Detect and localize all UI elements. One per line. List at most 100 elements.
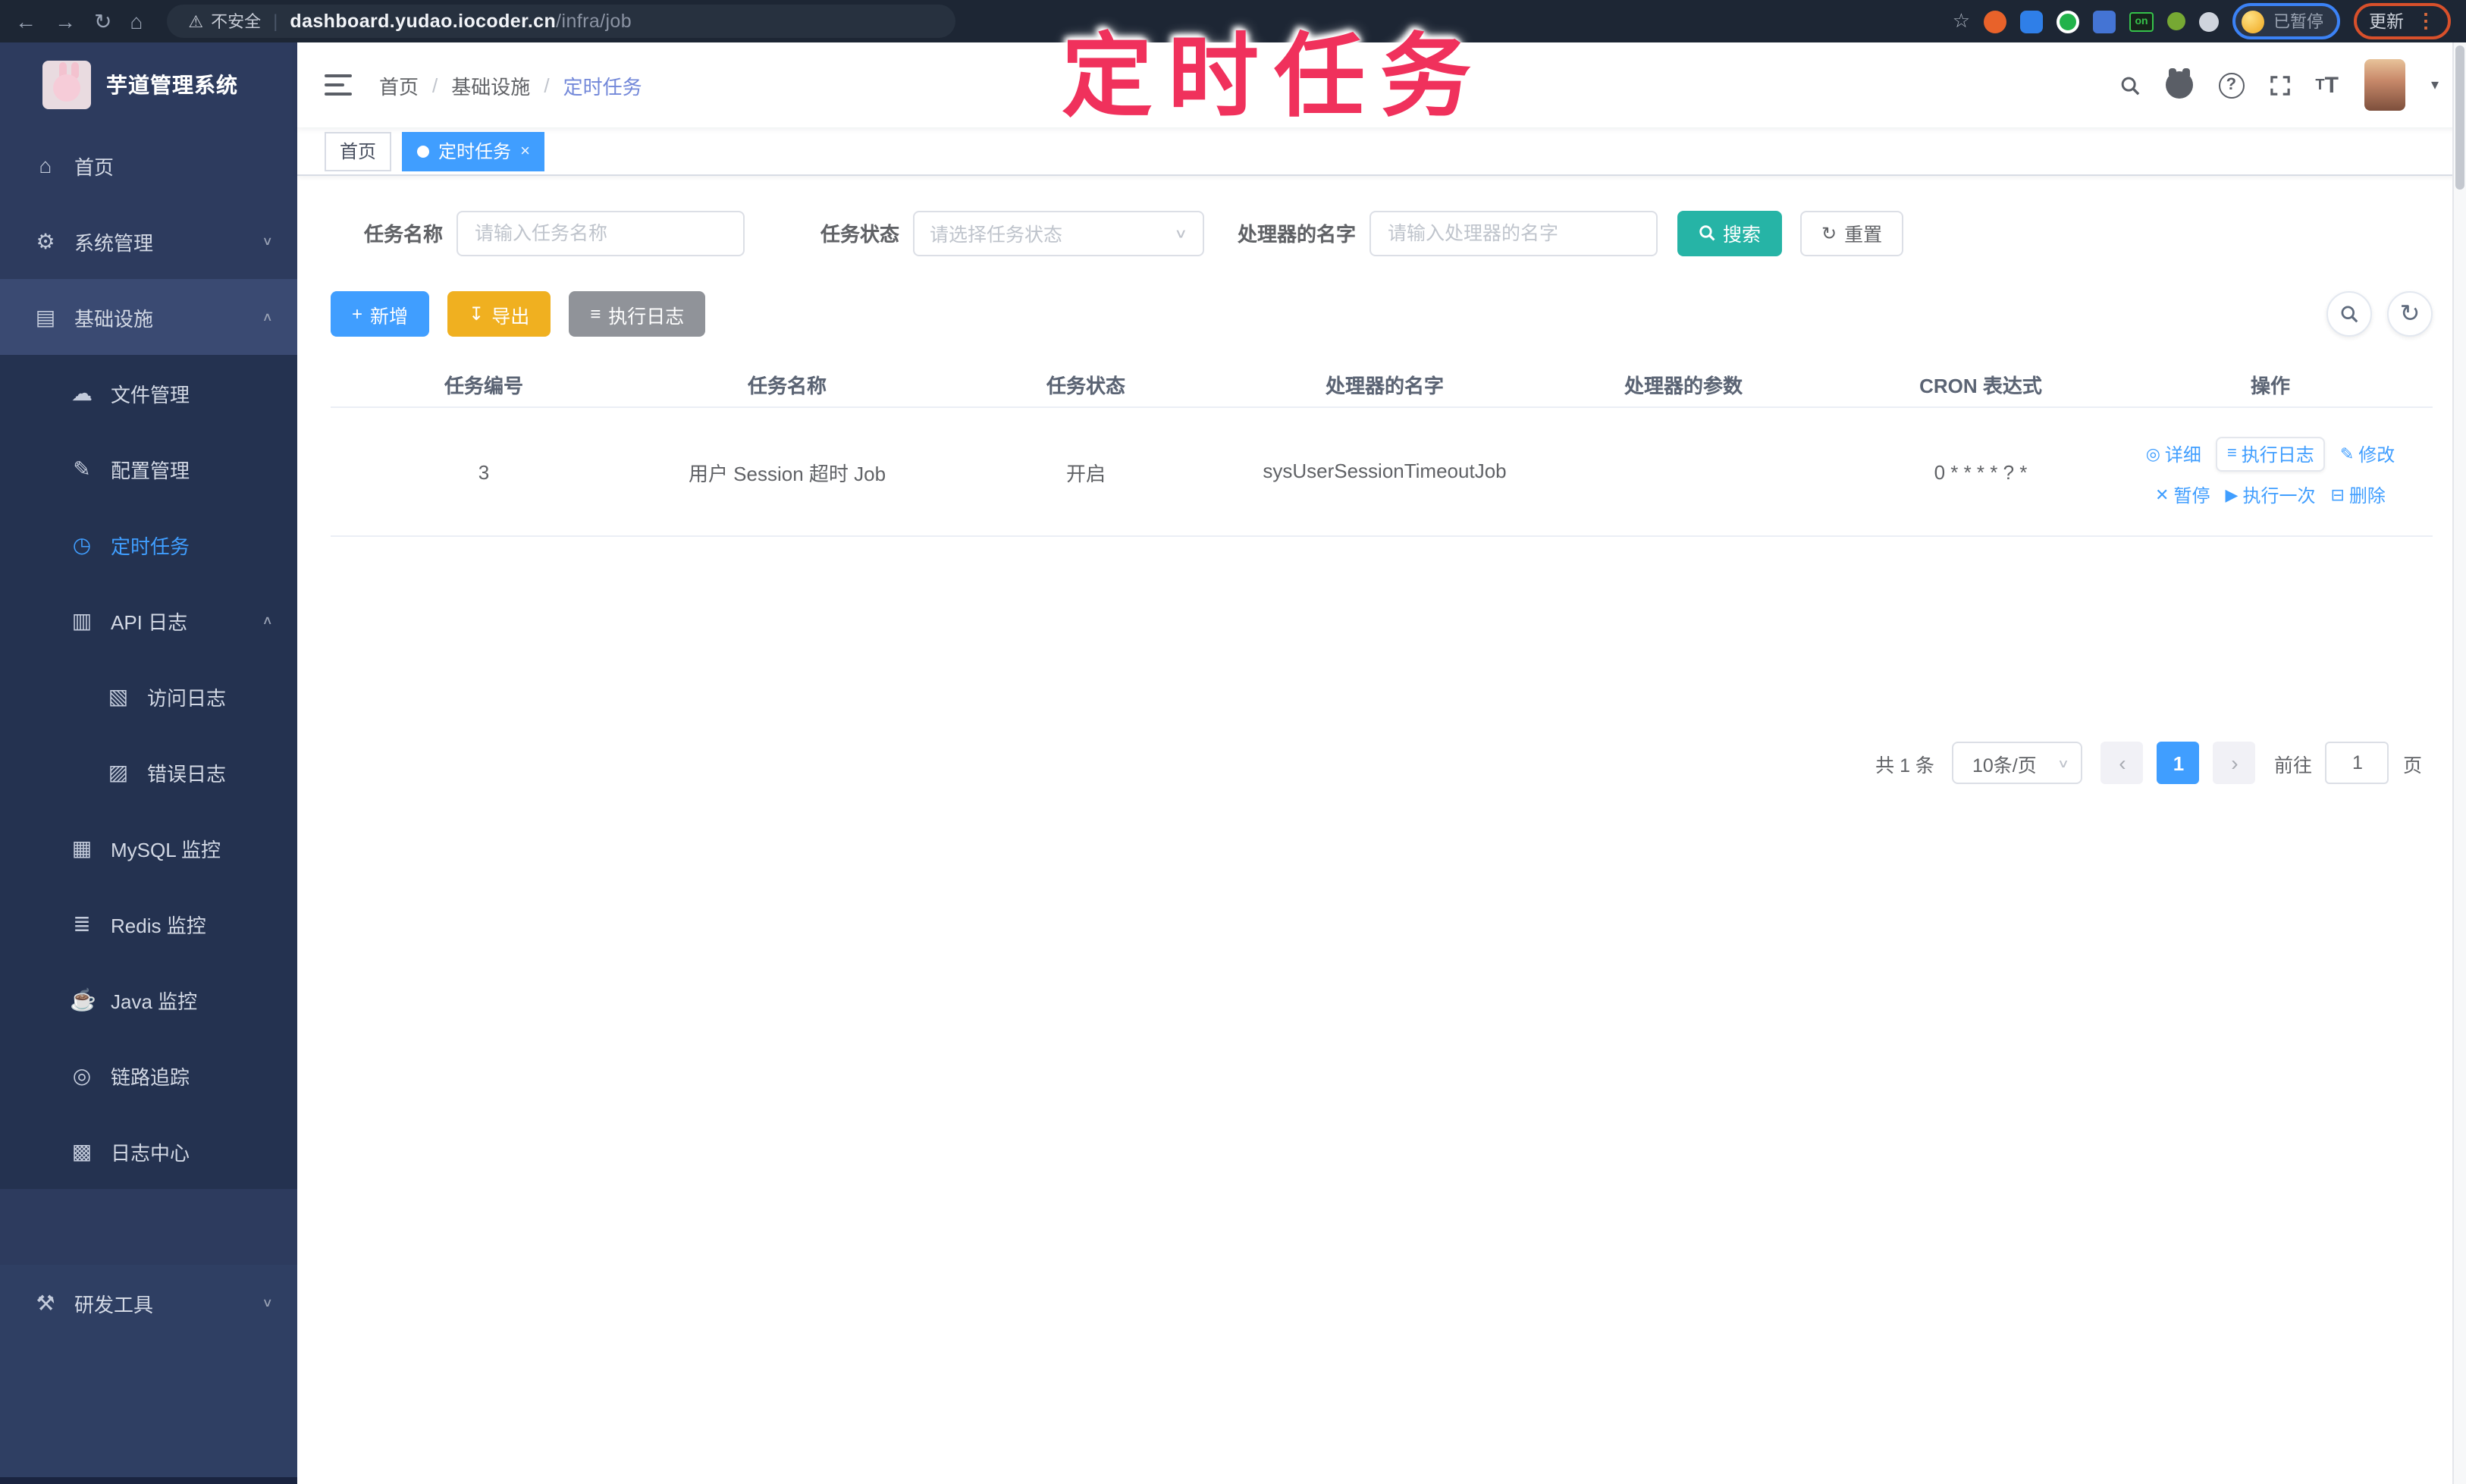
timer-icon: ◷ bbox=[72, 532, 92, 556]
address-bar[interactable]: ⚠ 不安全 | dashboard.yudao.iocoder.cn/infra… bbox=[167, 5, 956, 38]
goto-group: 前往 页 bbox=[2274, 742, 2422, 784]
bookmark-star-icon[interactable]: ☆ bbox=[1953, 9, 1970, 33]
exec-log-button[interactable]: ≡ 执行日志 bbox=[569, 291, 706, 337]
table-toolbar: + 新增 ↧ 导出 ≡ 执行日志 ↻ bbox=[297, 258, 2466, 337]
sidebar-item-mysql-monitor[interactable]: ▦ MySQL 监控 bbox=[0, 810, 297, 886]
extension-icon-blue[interactable] bbox=[2020, 10, 2043, 33]
list-icon: ≡ bbox=[590, 303, 601, 325]
sidebar-item-label: 系统管理 bbox=[74, 231, 154, 254]
handler-name-input[interactable] bbox=[1369, 210, 1658, 256]
warning-icon: ⚠ bbox=[188, 13, 204, 31]
cell-job-id: 3 bbox=[478, 460, 490, 483]
sidebar-item-log-center[interactable]: ▩ 日志中心 bbox=[0, 1113, 297, 1189]
current-page-button[interactable]: 1 bbox=[2157, 742, 2200, 784]
font-size-icon[interactable]: TT bbox=[2315, 72, 2339, 98]
search-button[interactable]: 搜索 bbox=[1677, 210, 1783, 256]
screen: ← → ↻ ⌂ ⚠ 不安全 | dashboard.yudao.iocoder.… bbox=[0, 0, 2466, 1484]
browser-profile-chip[interactable]: 已暂停 bbox=[2232, 3, 2340, 39]
page-url[interactable]: dashboard.yudao.iocoder.cn/infra/job bbox=[290, 11, 632, 32]
sidebar-item-file-manage[interactable]: ☁ 文件管理 bbox=[0, 355, 297, 431]
sidebar-item-config-manage[interactable]: ✎ 配置管理 bbox=[0, 431, 297, 507]
sidebar-item-label: 研发工具 bbox=[74, 1293, 154, 1316]
sidebar-item-error-log[interactable]: ▨ 错误日志 bbox=[0, 734, 297, 810]
breadcrumb: 首页 / 基础设施 / 定时任务 bbox=[379, 71, 642, 99]
next-page-button[interactable]: › bbox=[2213, 742, 2256, 784]
scrollbar-thumb[interactable] bbox=[2455, 45, 2464, 190]
reset-button[interactable]: ↻ 重置 bbox=[1800, 210, 1904, 256]
goto-label: 前往 bbox=[2273, 755, 2312, 776]
refresh-table-icon-button[interactable]: ↻ bbox=[2387, 291, 2433, 337]
cell-cron: 0 * * * * ? * bbox=[1934, 460, 2028, 483]
pause-link[interactable]: ✕ 暂停 bbox=[2155, 482, 2210, 507]
extension-icon-orange[interactable] bbox=[1984, 10, 2006, 33]
chevron-down-icon: ∨ bbox=[262, 234, 273, 248]
page-size-select[interactable]: 10条/页 ∨ bbox=[1952, 742, 2083, 784]
toolbar-right-icons: ↻ bbox=[2326, 291, 2433, 337]
extension-icon-grid[interactable] bbox=[2093, 10, 2116, 33]
toggle-search-icon-button[interactable] bbox=[2326, 291, 2372, 337]
sidebar-item-label: 首页 bbox=[74, 155, 115, 178]
sidebar-item-api-log[interactable]: ▥ API 日志 ∧ bbox=[0, 582, 297, 658]
sidebar-item-redis-monitor[interactable]: ≣ Redis 监控 bbox=[0, 886, 297, 962]
job-status-select[interactable]: 请选择任务状态 ∨ bbox=[913, 210, 1204, 256]
breadcrumb-home[interactable]: 首页 bbox=[379, 71, 419, 99]
browser-update-group: 更新 ⋮ bbox=[2354, 3, 2451, 39]
col-handler-param: 处理器的参数 bbox=[1624, 374, 1743, 397]
search-icon[interactable] bbox=[2119, 75, 2139, 95]
log-center-icon: ▩ bbox=[71, 1138, 93, 1162]
user-avatar[interactable] bbox=[2364, 59, 2405, 111]
cloud-upload-icon: ☁ bbox=[71, 380, 93, 404]
github-icon[interactable] bbox=[2165, 68, 2193, 99]
breadcrumb-separator: / bbox=[432, 74, 438, 96]
browser-back-icon[interactable]: ← bbox=[15, 11, 36, 32]
app-title: 芋道管理系统 bbox=[106, 73, 238, 97]
main-area: 首页 / 基础设施 / 定时任务 ? T T ▾ 首页 定时任务 × 任务名称 … bbox=[297, 42, 2466, 1484]
pause-icon: ✕ bbox=[2155, 486, 2170, 504]
row-exec-log-link[interactable]: ≡ 执行日志 bbox=[2216, 436, 2325, 471]
extension-icon-leaf[interactable] bbox=[2167, 12, 2185, 30]
help-icon[interactable]: ? bbox=[2218, 72, 2245, 98]
tab-scheduled-jobs[interactable]: 定时任务 × bbox=[402, 131, 545, 171]
browser-forward-icon[interactable]: → bbox=[55, 11, 76, 32]
error-log-icon: ▨ bbox=[108, 759, 129, 783]
run-once-link[interactable]: ▶ 执行一次 bbox=[2226, 482, 2316, 507]
extension-icon-on-badge[interactable]: on bbox=[2129, 11, 2154, 31]
sidebar-item-label: 配置管理 bbox=[111, 459, 190, 482]
export-button[interactable]: ↧ 导出 bbox=[447, 291, 551, 337]
col-actions: 操作 bbox=[2250, 374, 2290, 397]
sidebar-item-label: MySQL 监控 bbox=[111, 838, 221, 861]
extension-icon-green[interactable] bbox=[2057, 10, 2079, 33]
browser-reload-icon[interactable]: ↻ bbox=[94, 11, 111, 32]
sidebar-item-infra[interactable]: ▤ 基础设施 ∧ bbox=[0, 279, 297, 355]
sidebar-toggle-icon[interactable] bbox=[325, 74, 352, 96]
user-menu-caret-icon[interactable]: ▾ bbox=[2431, 77, 2439, 93]
list-icon: ≡ bbox=[2226, 444, 2237, 463]
app-logo-block[interactable]: 芋道管理系统 bbox=[0, 42, 297, 127]
fullscreen-icon[interactable] bbox=[2270, 75, 2290, 95]
detail-link[interactable]: ◎ 详细 bbox=[2146, 441, 2201, 466]
sidebar-item-java-monitor[interactable]: ☕ Java 监控 bbox=[0, 962, 297, 1037]
sidebar-item-access-log[interactable]: ▧ 访问日志 bbox=[0, 658, 297, 734]
add-button[interactable]: + 新增 bbox=[331, 291, 430, 337]
database-icon: ▦ bbox=[71, 835, 93, 859]
update-button[interactable]: 更新 bbox=[2369, 9, 2404, 33]
extensions-puzzle-icon[interactable] bbox=[2199, 11, 2219, 31]
tab-home[interactable]: 首页 bbox=[325, 131, 392, 171]
modify-link[interactable]: ✎ 修改 bbox=[2340, 441, 2395, 466]
chevron-down-icon: ∨ bbox=[2057, 757, 2069, 770]
not-secure-badge[interactable]: ⚠ 不安全 bbox=[188, 9, 261, 33]
page-scrollbar[interactable] bbox=[2452, 42, 2466, 1484]
sidebar-item-system[interactable]: ⚙ 系统管理 ∨ bbox=[0, 203, 297, 279]
delete-link[interactable]: ⊟ 删除 bbox=[2330, 482, 2385, 507]
breadcrumb-infra[interactable]: 基础设施 bbox=[451, 71, 530, 99]
job-name-input[interactable] bbox=[456, 210, 745, 256]
browser-home-icon[interactable]: ⌂ bbox=[130, 11, 143, 32]
sidebar-item-dev-tools[interactable]: ⚒ 研发工具 ∨ bbox=[0, 1265, 297, 1341]
sidebar-item-scheduled-jobs[interactable]: ◷ 定时任务 bbox=[0, 507, 297, 582]
close-icon[interactable]: × bbox=[520, 142, 530, 160]
sidebar-item-home[interactable]: ⌂ 首页 bbox=[0, 127, 297, 203]
prev-page-button[interactable]: ‹ bbox=[2100, 742, 2144, 784]
goto-page-input[interactable] bbox=[2325, 742, 2389, 784]
browser-menu-icon[interactable]: ⋮ bbox=[2416, 9, 2436, 33]
sidebar-item-tracing[interactable]: ◎ 链路追踪 bbox=[0, 1037, 297, 1113]
